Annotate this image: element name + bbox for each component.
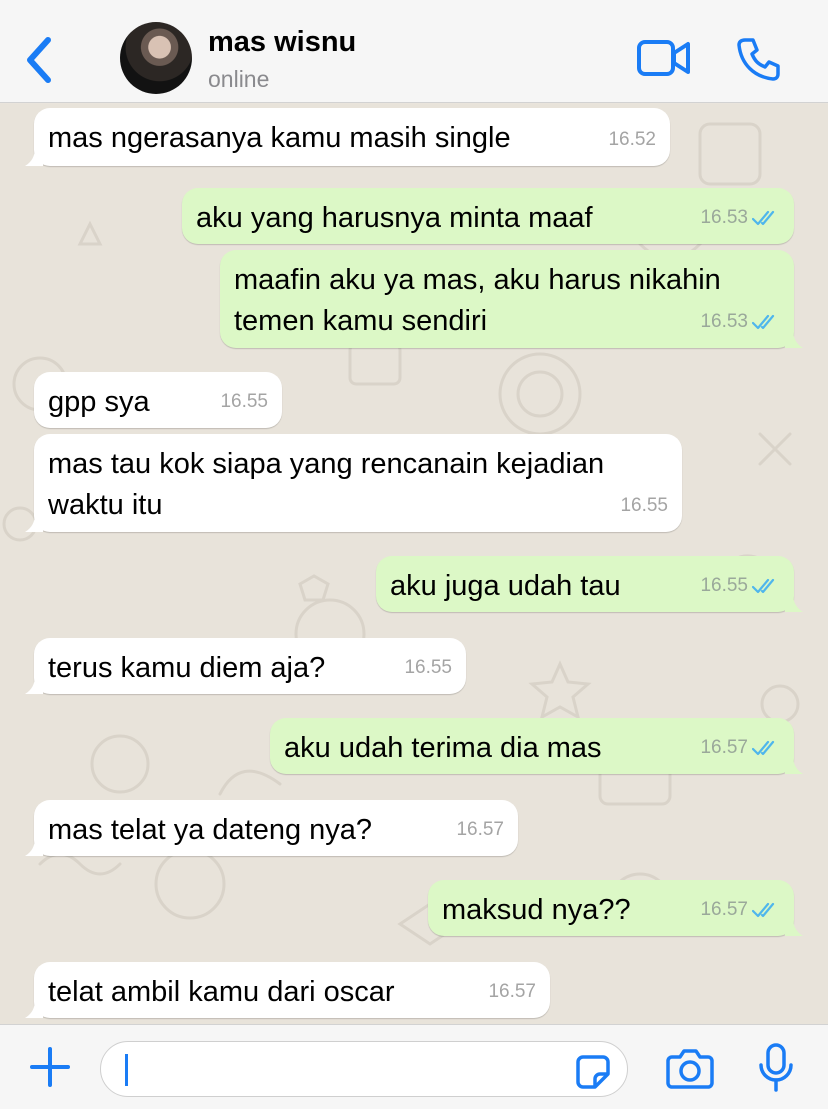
- message-text: maafin aku ya mas, aku harus nikahin: [234, 264, 721, 296]
- sticker-button[interactable]: [575, 1054, 611, 1090]
- sticker-icon: [576, 1055, 610, 1089]
- incoming-message-bubble[interactable]: gpp sya 16.55: [34, 372, 282, 428]
- message-meta: 16.57: [700, 889, 780, 930]
- message-timestamp: 16.55: [220, 391, 268, 412]
- bubble-tail: [785, 330, 803, 348]
- message-meta: 16.52: [608, 119, 656, 160]
- message-meta: 16.55: [700, 565, 780, 606]
- message-timestamp: 16.55: [700, 575, 748, 596]
- outgoing-message-bubble[interactable]: maksud nya?? 16.57: [428, 880, 803, 936]
- message-text: terus kamu diem aja?: [48, 652, 326, 684]
- video-camera-icon: [637, 40, 690, 76]
- avatar[interactable]: [120, 22, 192, 94]
- read-receipt-icon: [752, 210, 775, 225]
- camera-button[interactable]: [666, 1047, 714, 1089]
- bubble-tail: [785, 594, 803, 612]
- message-timestamp: 16.55: [620, 495, 668, 516]
- message-timestamp: 16.57: [700, 737, 748, 758]
- bubble-tail: [785, 918, 803, 936]
- message-text: waktu itu: [48, 489, 163, 521]
- message-timestamp: 16.53: [700, 311, 748, 332]
- voice-call-button[interactable]: [736, 36, 782, 82]
- message-meta: 16.55: [220, 381, 268, 422]
- chevron-left-icon: [27, 37, 51, 83]
- message-timestamp: 16.53: [700, 207, 748, 228]
- message-meta: 16.57: [488, 971, 536, 1012]
- contact-name[interactable]: mas wisnu: [208, 26, 356, 59]
- message-list[interactable]: mas ngerasanya kamu masih single 16.52 aku…: [0, 104, 828, 1024]
- outgoing-message-bubble[interactable]: aku yang harusnya minta maaf 16.53: [182, 188, 794, 244]
- message-input[interactable]: [100, 1041, 628, 1097]
- composer-bar: [0, 1024, 828, 1109]
- bubble-tail: [25, 676, 43, 694]
- text-caret: [125, 1054, 128, 1086]
- read-receipt-icon: [752, 740, 775, 755]
- message-timestamp: 16.52: [608, 129, 656, 150]
- back-button[interactable]: [20, 34, 60, 86]
- bubble-tail: [25, 514, 43, 532]
- outgoing-message-bubble[interactable]: aku udah terima dia mas 16.57: [270, 718, 803, 774]
- message-meta: 16.55: [404, 647, 452, 688]
- message-text: mas telat ya dateng nya?: [48, 814, 373, 846]
- read-receipt-icon: [752, 314, 775, 329]
- message-meta: 16.57: [700, 727, 780, 768]
- plus-icon: [30, 1047, 70, 1087]
- incoming-message-bubble[interactable]: terus kamu diem aja? 16.55: [25, 638, 466, 694]
- incoming-message-bubble[interactable]: mas ngerasanya kamu masih single 16.52: [25, 108, 670, 166]
- camera-icon: [666, 1049, 714, 1089]
- bubble-tail: [25, 838, 43, 856]
- chat-header: mas wisnu online: [0, 0, 828, 103]
- incoming-message-bubble[interactable]: mas tau kok siapa yang rencanain kejadia…: [25, 434, 682, 532]
- bubble-tail: [785, 756, 803, 774]
- message-text: temen kamu sendiri: [234, 305, 488, 337]
- contact-status: online: [208, 66, 270, 92]
- read-receipt-icon: [752, 902, 775, 917]
- message-text: mas tau kok siapa yang rencanain kejadia…: [48, 448, 605, 480]
- incoming-message-bubble[interactable]: telat ambil kamu dari oscar 16.57: [25, 962, 550, 1018]
- microphone-icon: [759, 1043, 793, 1092]
- message-timestamp: 16.57: [456, 819, 504, 840]
- message-meta: 16.57: [456, 809, 504, 850]
- phone-icon: [737, 38, 780, 81]
- bubble-tail: [25, 1000, 43, 1018]
- message-text: telat ambil kamu dari oscar: [48, 976, 395, 1008]
- message-meta: 16.53: [700, 197, 780, 238]
- incoming-message-bubble[interactable]: mas telat ya dateng nya? 16.57: [25, 800, 518, 856]
- message-text: mas ngerasanya kamu masih single: [48, 122, 511, 154]
- outgoing-message-bubble[interactable]: maafin aku ya mas, aku harus nikahin teme…: [220, 250, 803, 348]
- bubble-tail: [25, 148, 43, 166]
- message-timestamp: 16.55: [404, 657, 452, 678]
- message-meta: 16.55: [620, 485, 668, 526]
- read-receipt-icon: [752, 578, 775, 593]
- message-timestamp: 16.57: [488, 981, 536, 1002]
- message-meta: 16.53: [700, 301, 780, 342]
- microphone-button[interactable]: [758, 1043, 794, 1093]
- outgoing-message-bubble[interactable]: aku juga udah tau 16.55: [376, 556, 803, 612]
- message-timestamp: 16.57: [700, 899, 748, 920]
- video-call-button[interactable]: [636, 38, 692, 78]
- attach-button[interactable]: [28, 1045, 72, 1089]
- message-text: aku yang harusnya minta maaf: [196, 202, 593, 234]
